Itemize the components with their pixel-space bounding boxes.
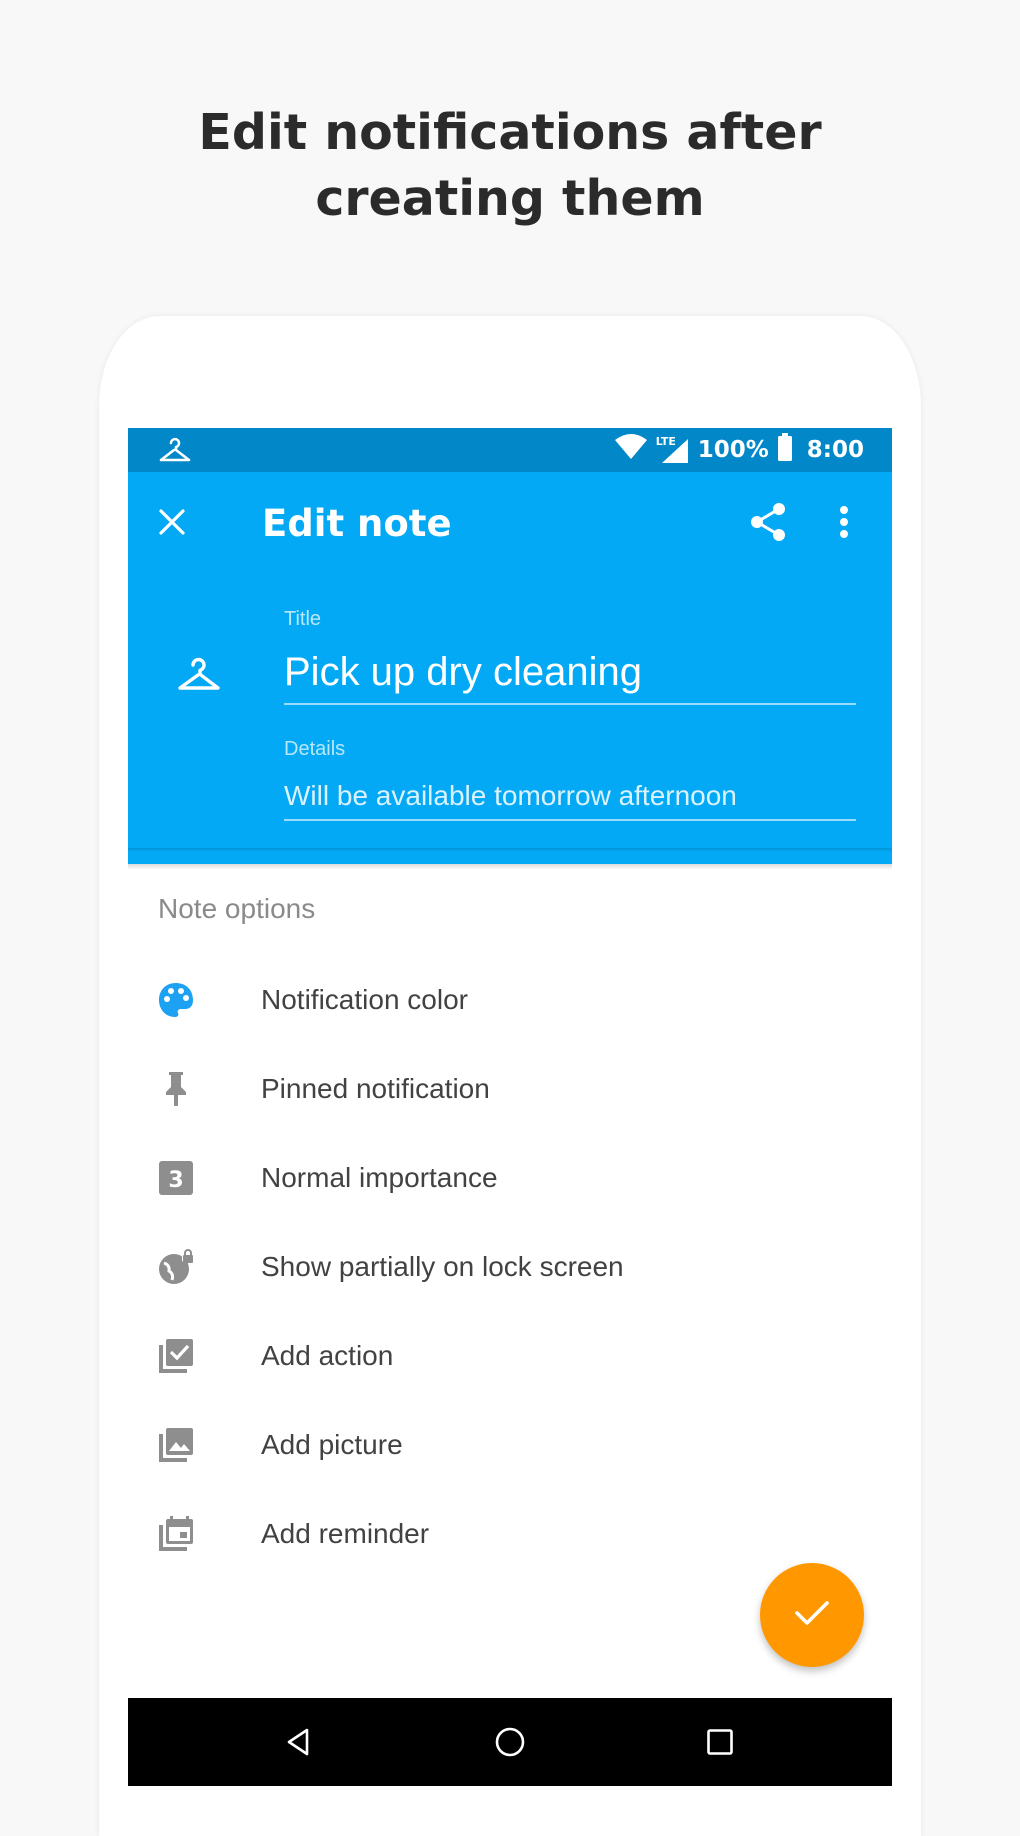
option-label: Add action bbox=[261, 1340, 394, 1371]
title-field-label: Title bbox=[284, 608, 322, 630]
battery-icon bbox=[777, 433, 793, 467]
note-hanger-icon[interactable] bbox=[174, 650, 224, 700]
option-add-picture[interactable]: Add picture bbox=[128, 1409, 892, 1481]
option-importance[interactable]: 3 Normal importance bbox=[128, 1142, 892, 1214]
check-icon bbox=[794, 1599, 830, 1632]
app-bar: Edit note bbox=[128, 472, 892, 572]
option-notification-color[interactable]: Notification color bbox=[128, 964, 892, 1036]
reminder-icon bbox=[156, 1514, 196, 1554]
headline: Edit notifications after creating them bbox=[0, 100, 1020, 232]
header-shadow bbox=[128, 864, 892, 870]
share-icon[interactable] bbox=[740, 494, 796, 550]
svg-text:3: 3 bbox=[168, 1168, 183, 1193]
picture-icon bbox=[156, 1425, 196, 1465]
more-vert-icon[interactable] bbox=[824, 494, 864, 550]
details-field-label: Details bbox=[284, 738, 346, 760]
option-label: Normal importance bbox=[261, 1162, 498, 1193]
details-field[interactable]: Will be available tomorrow afternoon bbox=[284, 780, 737, 812]
battery-percent: 100% bbox=[697, 437, 769, 463]
status-bar: LTE 100% 8:00 bbox=[128, 428, 892, 472]
home-icon[interactable] bbox=[488, 1720, 532, 1764]
option-add-action[interactable]: Add action bbox=[128, 1320, 892, 1392]
recents-icon[interactable] bbox=[698, 1720, 742, 1764]
page-title: Edit note bbox=[262, 502, 452, 545]
lock-screen-icon bbox=[156, 1247, 196, 1287]
back-icon[interactable] bbox=[276, 1720, 320, 1764]
lte-signal-icon: LTE bbox=[656, 435, 690, 465]
headline-line-2: creating them bbox=[315, 170, 705, 227]
title-field-underline bbox=[284, 703, 856, 705]
option-label: Add picture bbox=[261, 1429, 403, 1460]
option-label: Notification color bbox=[261, 984, 468, 1015]
option-label: Show partially on lock screen bbox=[261, 1251, 624, 1282]
palette-icon bbox=[156, 980, 196, 1020]
title-field[interactable]: Pick up dry cleaning bbox=[284, 650, 642, 695]
details-field-underline bbox=[284, 819, 856, 821]
option-add-reminder[interactable]: Add reminder bbox=[128, 1498, 892, 1570]
pin-icon bbox=[156, 1069, 196, 1109]
hanger-icon bbox=[158, 434, 192, 466]
importance-3-icon: 3 bbox=[156, 1158, 196, 1198]
action-icon bbox=[156, 1336, 196, 1376]
option-label: Add reminder bbox=[261, 1518, 430, 1549]
option-label: Pinned notification bbox=[261, 1073, 490, 1104]
headline-line-1: Edit notifications after bbox=[198, 104, 822, 161]
note-header-shadow bbox=[128, 848, 892, 852]
close-icon[interactable] bbox=[144, 494, 200, 550]
wifi-icon bbox=[614, 434, 648, 466]
note-options-heading: Note options bbox=[158, 893, 316, 924]
option-lock-screen[interactable]: Show partially on lock screen bbox=[128, 1231, 892, 1303]
option-pinned-notification[interactable]: Pinned notification bbox=[128, 1053, 892, 1125]
clock: 8:00 bbox=[806, 437, 864, 463]
navigation-bar bbox=[128, 1698, 892, 1786]
save-fab-button[interactable] bbox=[760, 1563, 864, 1667]
phone-screen: LTE 100% 8:00 Edit note Title Pick up dr… bbox=[128, 428, 892, 1786]
